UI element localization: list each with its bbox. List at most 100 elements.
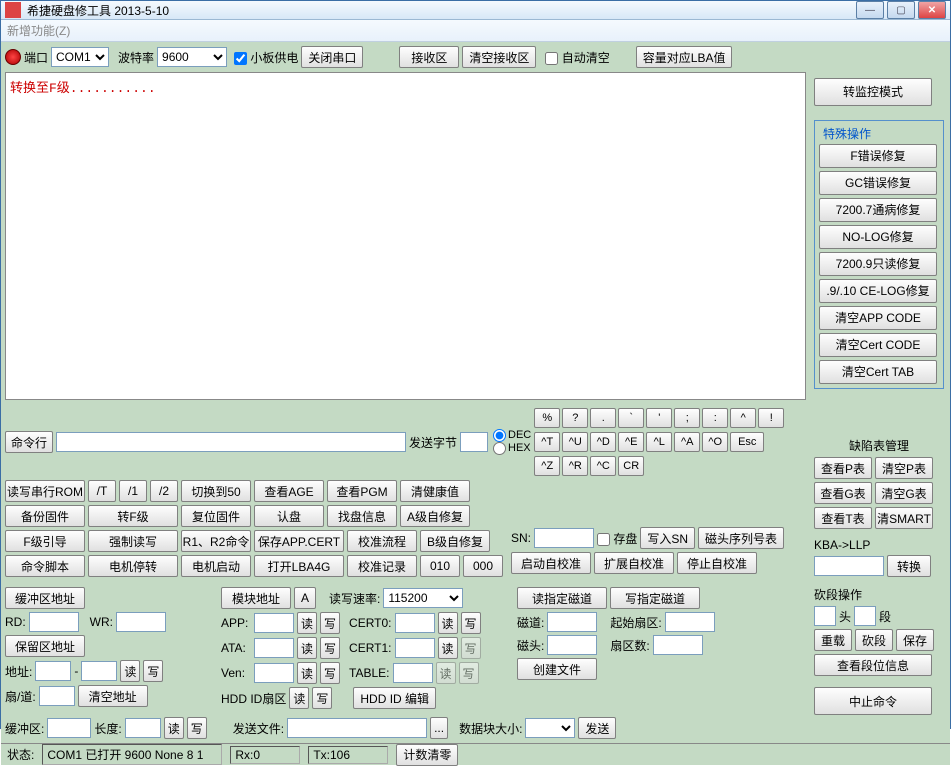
ven-read-button[interactable]: 读	[297, 662, 317, 684]
calibrate-record-button[interactable]: 校准记录	[347, 555, 417, 577]
key-cr[interactable]: CR	[618, 456, 644, 476]
recv-area-button[interactable]: 接收区	[399, 46, 459, 68]
key-[interactable]: %	[534, 408, 560, 428]
hdd-id-read-button[interactable]: 读	[289, 687, 309, 709]
clear-cert-tab-button[interactable]: 清空Cert TAB	[819, 360, 937, 384]
backup-firmware-button[interactable]: 备份固件	[5, 505, 85, 527]
send-button[interactable]: 发送	[578, 717, 616, 739]
module-addr-button[interactable]: 模块地址	[221, 587, 291, 609]
key-[interactable]: `	[618, 408, 644, 428]
force-rw-button[interactable]: 强制读写	[88, 530, 178, 552]
view-age-button[interactable]: 查看AGE	[254, 480, 324, 502]
fix-no-log-button[interactable]: NO-LOG修复	[819, 225, 937, 249]
hdd-id-write-button[interactable]: 写	[312, 687, 332, 709]
key-[interactable]: ^	[730, 408, 756, 428]
start-sector-input[interactable]	[665, 612, 715, 632]
key-t[interactable]: ^T	[534, 432, 560, 452]
ven-input[interactable]	[254, 663, 294, 683]
count-clear-button[interactable]: 计数清零	[396, 744, 458, 766]
key-[interactable]: ;	[674, 408, 700, 428]
port-select[interactable]: COM1	[51, 47, 109, 67]
buf-addr-button[interactable]: 缓冲区地址	[5, 587, 85, 609]
calibrate-flow-button[interactable]: 校准流程	[347, 530, 417, 552]
slash-t-button[interactable]: /T	[88, 480, 116, 502]
monitor-mode-button[interactable]: 转监控模式	[814, 78, 932, 106]
key-[interactable]: ?	[562, 408, 588, 428]
dec-radio[interactable]: DEC	[493, 429, 531, 442]
b-level-selfrepair-button[interactable]: B级自修复	[420, 530, 490, 552]
key-a[interactable]: ^A	[674, 432, 700, 452]
ata-write-button[interactable]: 写	[320, 637, 340, 659]
find-disk-info-button[interactable]: 找盘信息	[327, 505, 397, 527]
clear-recv-button[interactable]: 清空接收区	[462, 46, 536, 68]
key-e[interactable]: ^E	[618, 432, 644, 452]
browse-button[interactable]: ...	[430, 717, 448, 739]
buffer-read-button[interactable]: 读	[164, 717, 184, 739]
a-level-selfrepair-button[interactable]: A级自修复	[400, 505, 470, 527]
fix-7200-9-button[interactable]: 7200.9只读修复	[819, 252, 937, 276]
chop-button[interactable]: 砍段	[855, 629, 893, 651]
key-[interactable]: '	[646, 408, 672, 428]
buffer-write-button[interactable]: 写	[187, 717, 207, 739]
close-button[interactable]: ✕	[918, 1, 946, 19]
clear-addr-button[interactable]: 清空地址	[78, 685, 148, 707]
key-o[interactable]: ^O	[702, 432, 728, 452]
track-input[interactable]	[547, 612, 597, 632]
view-p-table-button[interactable]: 查看P表	[814, 457, 872, 479]
terminal-output[interactable]: 转换至F级...........	[5, 72, 806, 400]
cmdline-input[interactable]	[56, 432, 406, 452]
fix-7200-7-button[interactable]: 7200.7通病修复	[819, 198, 937, 222]
clear-cert-code-button[interactable]: 清空Cert CODE	[819, 333, 937, 357]
view-pgm-button[interactable]: 查看PGM	[327, 480, 397, 502]
fix-ce-log-button[interactable]: .9/.10 CE-LOG修复	[819, 279, 937, 303]
module-addr-a-button[interactable]: A	[294, 587, 316, 609]
btn-010[interactable]: 010	[420, 555, 460, 577]
abort-cmd-button[interactable]: 中止命令	[814, 687, 932, 715]
send-file-input[interactable]	[287, 718, 427, 738]
cert1-read-button[interactable]: 读	[438, 637, 458, 659]
store-checkbox[interactable]: 存盘	[597, 530, 637, 547]
r1-r2-cmd-button[interactable]: R1、R2命令	[181, 530, 251, 552]
reserve-addr-button[interactable]: 保留区地址	[5, 635, 85, 657]
addr-read-button[interactable]: 读	[120, 660, 140, 682]
switch-50-button[interactable]: 切换到50	[181, 480, 251, 502]
view-seg-info-button[interactable]: 查看段位信息	[814, 654, 932, 676]
rw-speed-select[interactable]: 115200	[383, 588, 463, 608]
save-app-cert-button[interactable]: 保存APP.CERT	[254, 530, 344, 552]
auto-clear-checkbox[interactable]: 自动清空	[545, 49, 609, 66]
slash-1-button[interactable]: /1	[119, 480, 147, 502]
cmd-script-button[interactable]: 命令脚本	[5, 555, 85, 577]
buffer-input[interactable]	[47, 718, 91, 738]
open-lba4g-button[interactable]: 打开LBA4G	[254, 555, 344, 577]
cert0-input[interactable]	[395, 613, 435, 633]
kba-input[interactable]	[814, 556, 884, 576]
capacity-lba-button[interactable]: 容量对应LBA值	[636, 46, 733, 68]
menu-new-features[interactable]: 新增功能(Z)	[7, 24, 70, 38]
identify-disk-button[interactable]: 认盘	[254, 505, 324, 527]
app-read-button[interactable]: 读	[297, 612, 317, 634]
to-f-level-button[interactable]: 转F级	[88, 505, 178, 527]
clear-smart-button[interactable]: 清SMART	[875, 507, 933, 529]
cert1-input[interactable]	[395, 638, 435, 658]
table-input[interactable]	[393, 663, 433, 683]
minimize-button[interactable]: —	[856, 1, 884, 19]
motor-start-button[interactable]: 电机启动	[181, 555, 251, 577]
write-sn-button[interactable]: 写入SN	[640, 527, 695, 549]
key-[interactable]: :	[702, 408, 728, 428]
convert-button[interactable]: 转换	[887, 555, 931, 577]
view-t-table-button[interactable]: 查看T表	[814, 507, 872, 529]
app-input[interactable]	[254, 613, 294, 633]
key-u[interactable]: ^U	[562, 432, 588, 452]
addr-input-1[interactable]	[35, 661, 71, 681]
key-l[interactable]: ^L	[646, 432, 672, 452]
motor-stop-button[interactable]: 电机停转	[88, 555, 178, 577]
f-level-boot-button[interactable]: F级引导	[5, 530, 85, 552]
cmdline-button[interactable]: 命令行	[5, 431, 53, 453]
key-[interactable]: .	[590, 408, 616, 428]
app-write-button[interactable]: 写	[320, 612, 340, 634]
read-track-button[interactable]: 读指定磁道	[517, 587, 607, 609]
fix-gc-error-button[interactable]: GC错误修复	[819, 171, 937, 195]
slash-2-button[interactable]: /2	[150, 480, 178, 502]
maximize-button[interactable]: ▢	[887, 1, 915, 19]
ata-read-button[interactable]: 读	[297, 637, 317, 659]
